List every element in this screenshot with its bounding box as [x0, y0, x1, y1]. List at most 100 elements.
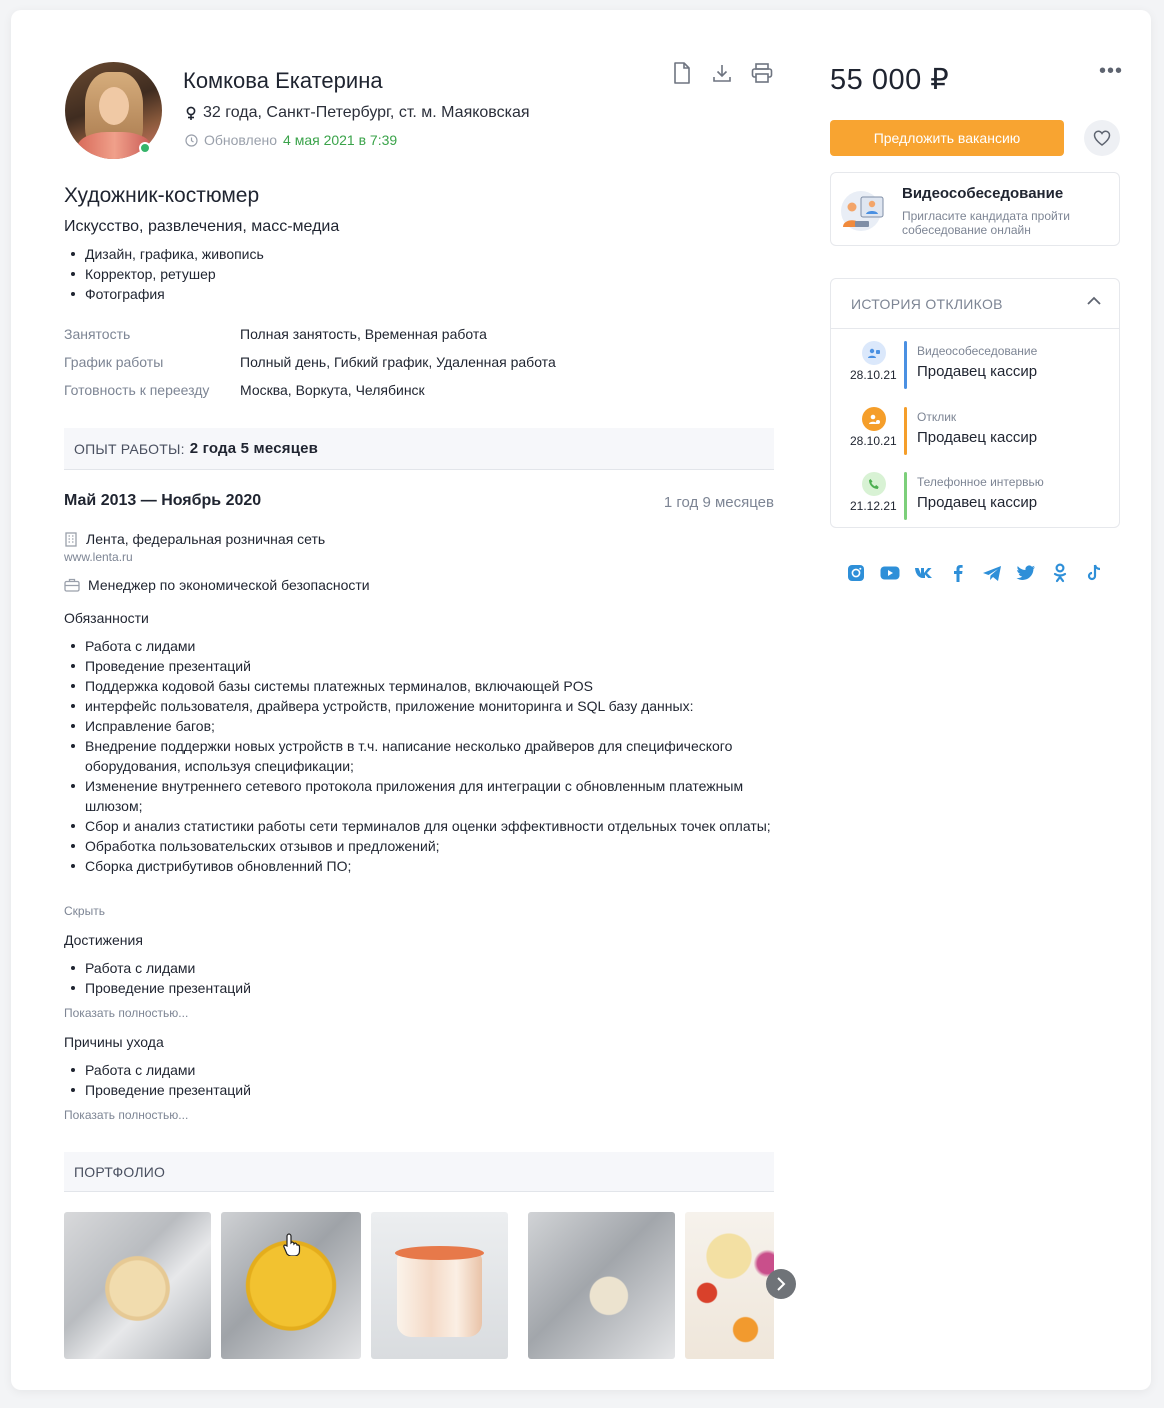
- achievements-list: Работа с лидами Проведение презентаций: [64, 958, 251, 998]
- experience-total: 2 года 5 месяцев: [189, 440, 319, 457]
- history-type: Видеособеседование: [917, 344, 1038, 358]
- list-item: Внедрение поддержки новых устройств в т.…: [64, 736, 774, 776]
- list-item: интерфейс пользователя, драйвера устройс…: [64, 696, 774, 716]
- list-item: Работа с лидами: [64, 636, 774, 656]
- list-item: Изменение внутреннего сетевого протокола…: [64, 776, 774, 816]
- video-interview-title: Видеособеседование: [902, 185, 1064, 202]
- hide-link[interactable]: Скрыть: [64, 904, 105, 918]
- document-icon[interactable]: [671, 61, 693, 85]
- list-item: Проведение презентаций: [64, 1080, 251, 1100]
- gallery-next-button[interactable]: [766, 1269, 796, 1299]
- show-more-reasons-link[interactable]: Показать полностью...: [64, 1108, 188, 1122]
- reasons-title: Причины ухода: [64, 1034, 164, 1050]
- video-interview-icon: [841, 191, 884, 231]
- portfolio-item-ice-cream-mango[interactable]: [221, 1212, 361, 1359]
- portfolio-item-cake[interactable]: [685, 1212, 774, 1359]
- param-row-schedule: График работы Полный день, Гибкий график…: [64, 348, 556, 376]
- response-history: ИСТОРИЯ ОТКЛИКОВ 28.10.21 Видеособеседов…: [830, 278, 1120, 528]
- updated-label: Обновлено: [204, 132, 278, 148]
- list-item: Фотография: [64, 284, 264, 304]
- position-title: Художник-костюмер: [64, 184, 260, 207]
- list-item: Проведение презентаций: [64, 978, 251, 998]
- chevron-up-icon[interactable]: [1087, 296, 1101, 305]
- history-status-bar: [904, 341, 907, 389]
- specializations-list: Дизайн, графика, живопись Корректор, рет…: [64, 244, 264, 304]
- list-item: Сбор и анализ статистики работы сети тер…: [64, 816, 774, 836]
- history-date: 28.10.21: [850, 368, 897, 382]
- portfolio-item-ice-cream-cookies[interactable]: [528, 1212, 675, 1359]
- building-icon: [65, 531, 77, 547]
- list-item: Работа с лидами: [64, 958, 251, 978]
- chevron-right-icon: [777, 1277, 786, 1291]
- candidate-meta-text: 32 года, Санкт-Петербург, ст. м. Маяковс…: [203, 104, 530, 121]
- param-row-relocation: Готовность к переезду Москва, Воркута, Ч…: [64, 376, 556, 404]
- portfolio-item-ice-cream-cup[interactable]: [371, 1212, 508, 1359]
- print-icon[interactable]: [751, 61, 773, 85]
- clock-icon: [185, 133, 198, 147]
- job-period: Май 2013 — Ноябрь 2020: [64, 492, 262, 509]
- list-item: Дизайн, графика, живопись: [64, 244, 264, 264]
- show-more-achievements-link[interactable]: Показать полностью...: [64, 1006, 188, 1020]
- portfolio-item-ice-cream-vanilla[interactable]: [64, 1212, 211, 1359]
- history-item[interactable]: 28.10.21 Отклик Продавец кассир: [831, 407, 1119, 467]
- phone-icon: [862, 472, 886, 496]
- history-vacancy: Продавец кассир: [917, 429, 1038, 446]
- telegram-icon[interactable]: [982, 563, 1002, 583]
- hand-cursor-icon: [283, 1233, 301, 1256]
- list-item: Поддержка кодовой базы системы платежных…: [64, 676, 774, 696]
- experience-section-label: ОПЫТ РАБОТЫ:: [74, 440, 185, 457]
- video-interview-card[interactable]: Видеособеседование Пригласите кандидата …: [830, 172, 1120, 246]
- job-role-text: Менеджер по экономической безопасности: [88, 577, 370, 593]
- response-icon: [862, 407, 886, 431]
- company-site[interactable]: www.lenta.ru: [64, 550, 133, 564]
- more-options-icon[interactable]: •••: [1099, 60, 1123, 83]
- achievements-title: Достижения: [64, 932, 143, 948]
- history-type: Телефонное интервью: [917, 475, 1044, 489]
- list-item: Обработка пользовательских отзывов и пре…: [64, 836, 774, 856]
- param-value: Полный день, Гибкий график, Удаленная ра…: [240, 354, 556, 370]
- favorite-button[interactable]: [1084, 120, 1120, 156]
- list-item: Сборка дистрибутивов обновленний ПО;: [64, 856, 774, 876]
- list-item: Корректор, ретушер: [64, 264, 264, 284]
- tiktok-icon[interactable]: [1084, 563, 1104, 583]
- facebook-icon[interactable]: [948, 563, 968, 583]
- history-status-bar: [904, 472, 907, 520]
- history-type: Отклик: [917, 410, 957, 424]
- job-duration: 1 год 9 месяцев: [663, 494, 774, 511]
- list-item: Работа с лидами: [64, 1060, 251, 1080]
- history-item[interactable]: 28.10.21 Видеособеседование Продавец кас…: [831, 341, 1119, 401]
- company-name: Лента, федеральная розничная сеть: [86, 531, 326, 547]
- odnoklassniki-icon[interactable]: [1050, 563, 1070, 583]
- response-history-title: ИСТОРИЯ ОТКЛИКОВ: [851, 295, 1003, 312]
- list-item: Исправление багов;: [64, 716, 774, 736]
- history-date: 21.12.21: [850, 499, 897, 513]
- history-date: 28.10.21: [850, 434, 897, 448]
- param-row-employment: Занятость Полная занятость, Временная ра…: [64, 320, 556, 348]
- resume-card: Комкова Екатерина 32 года, Санкт-Петербу…: [11, 10, 1151, 1390]
- social-links: [846, 563, 1104, 583]
- duties-list: Работа с лидами Проведение презентаций П…: [64, 636, 774, 876]
- history-vacancy: Продавец кассир: [917, 494, 1038, 511]
- job-role: Менеджер по экономической безопасности: [64, 577, 370, 593]
- video-interview-subtitle: Пригласите кандидата пройти собеседовани…: [902, 209, 1070, 237]
- resume-params: Занятость Полная занятость, Временная ра…: [64, 320, 556, 404]
- response-history-header[interactable]: ИСТОРИЯ ОТКЛИКОВ: [831, 279, 1119, 329]
- portfolio-section-label: ПОРТФОЛИО: [74, 1163, 166, 1180]
- briefcase-icon: [64, 578, 80, 592]
- instagram-icon[interactable]: [846, 563, 866, 583]
- offer-vacancy-button[interactable]: Предложить вакансию: [830, 120, 1064, 156]
- param-label: Готовность к переезду: [64, 382, 210, 398]
- vk-icon[interactable]: [914, 563, 934, 583]
- youtube-icon[interactable]: [880, 563, 900, 583]
- twitter-icon[interactable]: [1016, 563, 1036, 583]
- param-value: Полная занятость, Временная работа: [240, 326, 487, 342]
- experience-section-header: ОПЫТ РАБОТЫ: 2 года 5 месяцев: [64, 428, 774, 470]
- updated-info: Обновлено 4 мая 2021 в 7:39: [185, 132, 397, 148]
- heart-icon: [1093, 130, 1111, 146]
- salary: 55 000 ₽: [830, 64, 950, 96]
- history-item[interactable]: 21.12.21 Телефонное интервью Продавец ка…: [831, 472, 1119, 532]
- download-icon[interactable]: [711, 61, 733, 85]
- history-status-bar: [904, 407, 907, 455]
- resume-actions: [671, 61, 773, 85]
- param-label: График работы: [64, 354, 164, 370]
